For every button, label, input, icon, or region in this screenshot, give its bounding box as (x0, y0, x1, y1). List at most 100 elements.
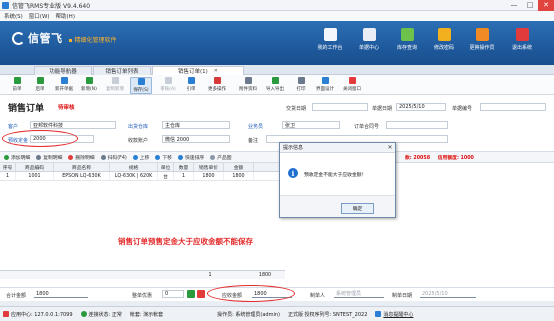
minimize-button[interactable]: — (506, 0, 522, 11)
toolbar-button-label: 更多操作 (208, 87, 226, 92)
detail-button-0[interactable]: 添加明细 (4, 154, 30, 161)
toolbar-button-7[interactable]: 引单 (180, 77, 202, 94)
column-header[interactable]: 序号 (0, 163, 16, 171)
toolbar-button-label: 后单 (35, 87, 45, 92)
detail-button-4[interactable]: 上移 (132, 154, 149, 161)
toolbar-button-label: 复制新增 (106, 87, 124, 92)
column-header[interactable]: 数量 (174, 163, 194, 171)
ok-button[interactable]: 确定 (341, 203, 374, 214)
table-cell[interactable]: 1800 (224, 172, 254, 180)
detail-button-label: 产品图 (217, 155, 232, 161)
user-icon (475, 28, 489, 41)
salesman-field[interactable]: 张卫 (282, 121, 340, 129)
message-center-link[interactable]: 消息提醒中心 (375, 311, 413, 318)
copy-row-icon (36, 154, 42, 160)
toolbar-button-label: 关闭窗口 (343, 87, 361, 92)
table-cell[interactable]: EPSON LQ-630K (54, 172, 110, 180)
detail-button-label: 快速排序 (184, 155, 205, 161)
detail-button-3[interactable]: 扫码(F4) (100, 154, 127, 161)
monitor-icon (323, 28, 337, 41)
contract-no-field[interactable] (386, 121, 448, 129)
calculator-icon[interactable] (197, 290, 205, 298)
warehouse-field[interactable]: 主仓库 (162, 121, 230, 129)
tab-navigator[interactable]: 功能导航器 (34, 66, 92, 75)
dialog-message: 预收定金不能大于应收金额！ (304, 173, 367, 178)
total-amount-field: 1800 (34, 290, 88, 298)
table-cell[interactable]: 1800 (194, 172, 224, 180)
tab-sales-order-list[interactable]: 销售订单列表 (93, 66, 151, 75)
footer-amount: 1800 (258, 272, 272, 278)
tab-sales-order[interactable]: 销售订单(1) ✕ (152, 66, 244, 75)
date-label: 单据日期 (372, 106, 393, 112)
deposit-highlight-ring (2, 130, 78, 147)
detail-button-7[interactable]: 产品图 (210, 154, 232, 161)
column-header[interactable]: 单位 (158, 163, 174, 171)
column-header[interactable]: 商品编码 (16, 163, 54, 171)
discount-value: 0 (165, 291, 169, 297)
detail-button-label: 添加明细 (11, 155, 31, 161)
column-header[interactable]: 金额 (224, 163, 254, 171)
close-button[interactable]: ✕ (538, 0, 554, 11)
table-cell[interactable]: 1 (0, 172, 16, 180)
tab-close-icon[interactable]: ✕ (214, 68, 218, 74)
menu-window[interactable]: 窗口(W) (29, 12, 50, 20)
status-edition: 正式版 授权序列号: SNTEST_2022 (287, 311, 368, 318)
account-field[interactable]: 微信 2000 (162, 135, 230, 143)
document-icon (362, 28, 376, 41)
toolbar-button-0[interactable]: 前单 (6, 77, 28, 94)
toolbar-button-1[interactable]: 后单 (29, 77, 51, 94)
table-row[interactable]: 1 1001 EPSON LQ-630K LQ-630K | 620K 台 1 1800 18… (0, 172, 285, 181)
toolbar-button-6[interactable]: 审核(A) (157, 77, 179, 94)
import-export-icon (271, 77, 279, 84)
table-cell[interactable]: 1 (174, 172, 194, 180)
brand-slogan: ▪ 精细化管理软件 (68, 37, 117, 44)
toolbar-button-9[interactable]: 附件资料 (237, 77, 259, 94)
discount-label: 整单优惠 (132, 293, 153, 299)
column-header[interactable]: 商品名称 (54, 163, 110, 171)
banner-button-5[interactable]: 退出系统 (505, 28, 539, 60)
toolbar-button-4[interactable]: 复制新增 (104, 77, 126, 94)
discount-field[interactable]: 0 (162, 290, 184, 298)
detail-button-6[interactable]: 快速排序 (177, 154, 205, 161)
copy-icon (111, 77, 119, 84)
toolbar-button-13[interactable]: 关闭窗口 (341, 77, 363, 94)
banner-button-0[interactable]: 我的工作台 (313, 28, 347, 60)
menu-help[interactable]: 帮助(H) (56, 12, 75, 20)
creator-value: 系统管理员 (336, 291, 362, 297)
table-cell[interactable]: 台 (158, 172, 174, 180)
toolbar-button-2[interactable]: 新开单据 (53, 77, 75, 94)
toolbar-button-5[interactable]: 保存(S) (130, 77, 152, 94)
column-header[interactable]: 销售单价 (194, 163, 224, 171)
warehouse-value: 主仓库 (165, 122, 181, 129)
banner-button-3[interactable]: 修改密码 (427, 28, 461, 60)
banner-button-1[interactable]: 单据中心 (352, 28, 386, 60)
detail-button-label: 扫码(F4) (107, 155, 127, 161)
table-cell[interactable]: LQ-630K | 620K (110, 172, 158, 180)
scan-icon (100, 154, 106, 160)
creator-label: 制单人 (310, 293, 326, 299)
detail-button-label: 下移 (162, 155, 172, 161)
detail-button-2[interactable]: 删除明细 (68, 154, 95, 161)
table-cell[interactable]: 1001 (16, 172, 54, 180)
detail-button-5[interactable]: 下移 (155, 154, 172, 161)
delivery-date-field[interactable] (312, 103, 368, 111)
toolbar-button-11[interactable]: 打印 (290, 77, 312, 94)
toolbar-button-10[interactable]: 导入导出 (264, 77, 286, 94)
customer-field[interactable]: 亚邦软件科技 (30, 121, 116, 129)
doc-no-field[interactable] (480, 103, 546, 111)
status-bar: 应用中心: 127.0.0.1:7099 连接状态: 正常 帐套: 演示帐套 操… (0, 306, 554, 321)
banner-button-2[interactable]: 库存查询 (390, 28, 424, 60)
maximize-button[interactable]: □ (522, 0, 538, 11)
date-field[interactable]: 2025/5/10 (396, 103, 446, 111)
dialog-close-icon[interactable]: ✕ (385, 144, 395, 151)
detail-button-1[interactable]: 复制明细 (36, 154, 62, 161)
column-header[interactable]: 规格 (110, 163, 158, 171)
toolbar-button-3[interactable]: 新增(N) (78, 77, 100, 94)
menu-system[interactable]: 系统(S) (4, 12, 23, 20)
toolbar-button-12[interactable]: 界面设计 (314, 77, 336, 94)
banner-button-4[interactable]: 更换操作员 (465, 28, 499, 60)
banner-button-label: 库存查询 (396, 45, 417, 51)
grid-header: 序号 商品编码 商品名称 规格 单位 数量 销售单价 金额 (0, 163, 285, 172)
toolbar-button-8[interactable]: 更多操作 (206, 77, 228, 94)
check-icon[interactable] (187, 290, 195, 298)
